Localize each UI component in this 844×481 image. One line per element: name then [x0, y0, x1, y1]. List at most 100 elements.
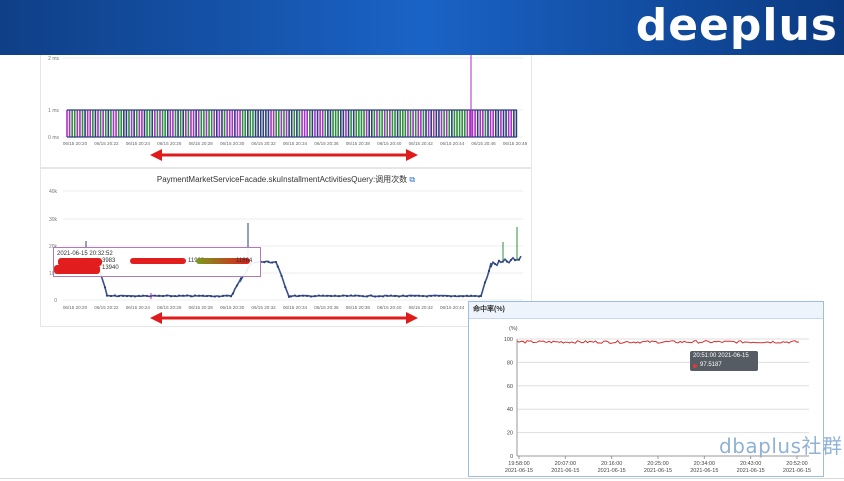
data-point [193, 294, 197, 297]
x-tick-label: 06/15 20:20 [63, 305, 88, 310]
y-tick-label: 30k [49, 217, 58, 223]
data-point [137, 294, 141, 297]
x-tick-label: 06/15 20:36 [314, 141, 339, 146]
data-point [445, 294, 449, 298]
y-tick-label: 60 [507, 384, 513, 390]
data-point [189, 295, 193, 298]
x-tick-label: 06/15 20:44 [440, 305, 465, 310]
data-point [457, 295, 461, 298]
data-point [401, 294, 405, 297]
x-tick-label: 06/15 20:44 [440, 141, 465, 146]
data-point [489, 265, 493, 268]
series-bars [66, 110, 518, 137]
data-point [271, 261, 274, 264]
data-point [313, 295, 317, 298]
data-point [287, 295, 291, 298]
x-tick-label: 06/15 20:46 [471, 141, 496, 146]
data-point [317, 294, 321, 297]
data-point [409, 294, 413, 297]
x-tick-date: 2021-06-15 [783, 468, 811, 474]
y-tick-label: 0 ms [48, 135, 59, 141]
data-point [235, 284, 239, 287]
series-dot [693, 364, 697, 368]
chart-title: PaymentMarketServiceFacade.skuInstallmen… [41, 174, 531, 185]
data-point [157, 294, 161, 297]
data-point [517, 258, 521, 261]
data-point [125, 295, 129, 298]
data-point [117, 294, 121, 298]
y-tick-label: 0 [54, 298, 57, 304]
data-point [417, 294, 421, 297]
data-point [389, 294, 393, 297]
x-tick-label: 20:25:00 [647, 461, 668, 467]
data-point [197, 294, 201, 297]
data-point [469, 294, 473, 297]
data-point [505, 260, 509, 263]
x-tick-label: 06/15 20:30 [220, 141, 245, 146]
data-point [297, 294, 301, 297]
range-arrow-bottom [150, 312, 418, 324]
data-point [483, 281, 487, 284]
data-point [201, 294, 205, 297]
x-tick-label: 06/15 20:42 [409, 305, 434, 310]
tooltip-value-d: 11664 [236, 258, 253, 264]
y-tick-label: 100 [504, 337, 513, 343]
data-point [373, 295, 377, 298]
x-tick-label: 20:07:00 [555, 461, 576, 467]
x-tick-date: 2021-06-15 [551, 468, 579, 474]
redaction-mark [130, 258, 186, 264]
x-tick-label: 06/15 20:32 [251, 141, 276, 146]
x-tick-label: 06/15 20:26 [157, 141, 182, 146]
data-point [229, 295, 233, 298]
range-arrow-top [150, 149, 418, 161]
data-point [393, 294, 397, 297]
data-point [267, 260, 270, 263]
x-tick-label: 06/15 20:36 [314, 305, 339, 310]
x-tick-label: 06/15 20:40 [377, 305, 402, 310]
y-tick-label: 80 [507, 360, 513, 366]
x-tick-label: 20:16:00 [601, 461, 622, 467]
data-point [263, 261, 266, 264]
y-tick-label: 40k [49, 189, 58, 195]
x-tick-label: 06/15 20:40 [377, 141, 402, 146]
data-point [231, 292, 235, 295]
data-point [181, 294, 185, 297]
x-tick-date: 2021-06-15 [690, 468, 718, 474]
hit-rate-tooltip: 20:51:00 2021-06-15 97.5187 [690, 351, 758, 371]
data-point [377, 295, 381, 298]
x-tick-label: 06/15 20:34 [283, 305, 308, 310]
x-tick-date: 2021-06-15 [505, 468, 533, 474]
data-point [309, 295, 313, 298]
data-point [361, 295, 365, 298]
x-tick-label: 20:43:00 [740, 461, 761, 467]
x-tick-label: 19:58:00 [508, 461, 529, 467]
data-point [509, 258, 513, 262]
series-line [516, 339, 800, 344]
x-tick-label: 06/15 20:48 [503, 141, 528, 146]
data-point [433, 294, 437, 297]
data-point [145, 294, 149, 298]
data-point [129, 295, 133, 298]
data-point [465, 294, 469, 297]
x-tick-label: 20:52:00 [786, 461, 807, 467]
tooltip-time: 20:51:00 2021-06-15 [693, 353, 749, 359]
data-point [321, 294, 325, 297]
data-point [413, 294, 417, 297]
data-point [239, 277, 243, 280]
data-point [425, 295, 429, 298]
redaction-mark [54, 265, 100, 274]
header-banner: deeplus [0, 0, 844, 55]
data-point [289, 295, 293, 298]
data-point [357, 294, 361, 297]
x-tick-label: 06/15 20:24 [126, 305, 151, 310]
x-tick-label: 06/15 20:42 [409, 141, 434, 146]
data-point [105, 294, 109, 297]
data-point [473, 294, 477, 298]
data-point [461, 295, 465, 298]
data-point [369, 294, 373, 297]
x-tick-label: 06/15 20:28 [189, 305, 214, 310]
copy-icon[interactable]: ⧉ [409, 175, 415, 184]
x-tick-label: 06/15 20:38 [346, 141, 371, 146]
watermark: dbaplus社群 [719, 434, 843, 458]
data-point [274, 260, 278, 264]
